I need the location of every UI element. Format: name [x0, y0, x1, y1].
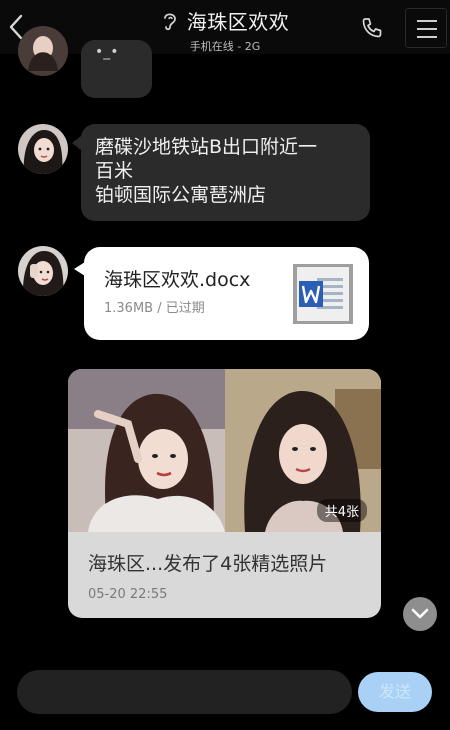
- word-doc-icon: [293, 264, 353, 324]
- phone-call-icon[interactable]: [360, 16, 384, 40]
- photo-post-time: 05-20 22:55: [88, 587, 168, 602]
- menu-icon: [417, 20, 437, 22]
- file-name: 海珠区欢欢.docx: [104, 269, 251, 291]
- earpiece-mode-icon[interactable]: [161, 10, 179, 32]
- photo-post-card[interactable]: 共4张 海珠区...发布了4张精选照片 05-20 22:55: [68, 369, 381, 618]
- file-meta: 1.36MB / 已过期: [104, 301, 205, 316]
- scroll-to-bottom-button[interactable]: [403, 597, 437, 631]
- photo-count-badge: 共4张: [316, 499, 367, 522]
- message-text: •_•: [95, 44, 119, 60]
- menu-button[interactable]: [405, 8, 447, 48]
- message-text: 铂顿国际公寓琶洲店: [95, 184, 267, 206]
- send-button[interactable]: 发送: [358, 672, 432, 712]
- message-bubble[interactable]: •_•: [81, 40, 152, 98]
- photo-post-caption: 海珠区...发布了4张精选照片: [88, 553, 328, 575]
- chat-title: 海珠区欢欢: [186, 10, 290, 34]
- avatar[interactable]: [18, 26, 68, 76]
- message-text: 磨碟沙地铁站B出口附近一: [95, 136, 318, 158]
- message-bubble[interactable]: 磨碟沙地铁站B出口附近一 百米 铂顿国际公寓琶洲店: [81, 124, 370, 221]
- chevron-down-icon: [411, 608, 429, 619]
- avatar[interactable]: [18, 124, 68, 174]
- photo-thumbnail[interactable]: [68, 369, 225, 532]
- message-text: 百米: [95, 160, 134, 182]
- avatar[interactable]: [18, 246, 68, 296]
- bottom-bar: [0, 722, 450, 730]
- message-input[interactable]: [17, 670, 352, 714]
- file-message[interactable]: 海珠区欢欢.docx 1.36MB / 已过期: [84, 247, 369, 340]
